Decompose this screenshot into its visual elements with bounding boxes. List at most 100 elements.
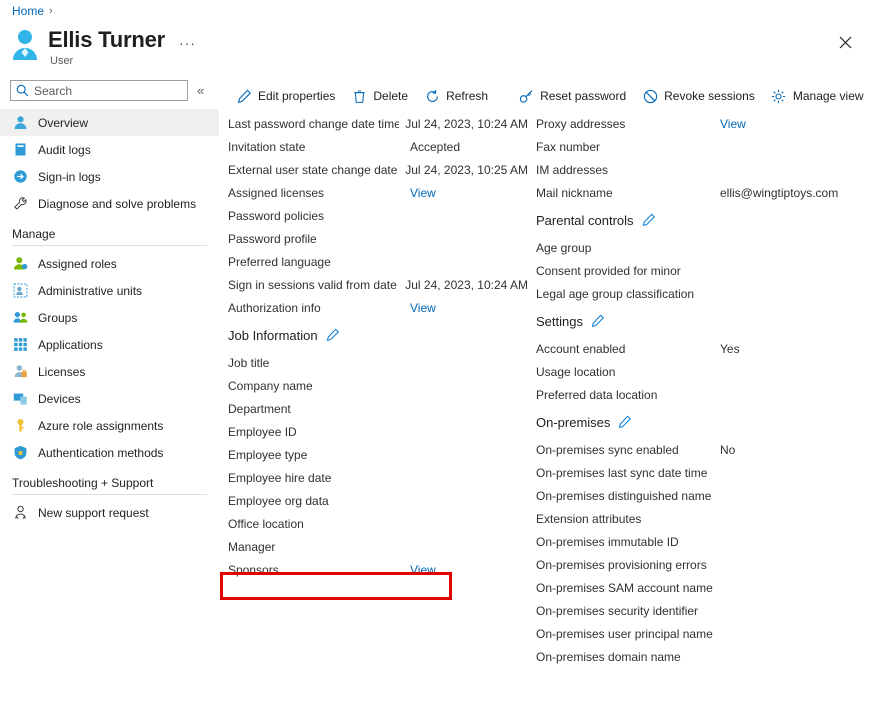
property-label: Assigned licenses [228,185,325,200]
section-header-settings: Settings [536,305,869,337]
sidebar-item-groups[interactable]: Groups [0,304,219,331]
sign-in-icon [12,169,28,185]
close-button[interactable] [829,26,861,58]
sidebar-item-new-support-request[interactable]: New support request [0,499,219,526]
view-link[interactable]: View [410,301,436,315]
support-person-icon [12,505,28,521]
breadcrumb-home[interactable]: Home [12,4,44,18]
property-row: Invitation state Accepted [228,135,528,158]
sidebar-item-sign-in-logs[interactable]: Sign-in logs [0,163,219,190]
property-label: On-premises SAM account name [536,580,713,595]
view-link[interactable]: View [720,117,746,131]
property-row: On-premises provisioning errors [536,553,869,576]
sidebar-item-applications[interactable]: Applications [0,331,219,358]
refresh-icon [424,88,440,104]
sidebar-item-label: Diagnose and solve problems [38,196,197,211]
refresh-button[interactable]: Refresh [416,81,496,111]
property-label: Company name [228,378,313,393]
sidebar-item-administrative-units[interactable]: Administrative units [0,277,219,304]
sidebar: « Overview Audit logs [0,76,219,702]
sidebar-item-authentication-methods[interactable]: Authentication methods [0,439,219,466]
property-row: Employee ID [228,420,528,443]
property-label: Consent provided for minor [536,263,681,278]
sidebar-item-assigned-roles[interactable]: Assigned roles [0,250,219,277]
view-link[interactable]: View [410,186,436,200]
property-row: Extension attributes [536,507,869,530]
property-label: Sign in sessions valid from date ... [228,277,400,292]
property-row: Office location [228,512,528,535]
property-label: Employee org data [228,493,329,508]
property-value: Accepted [410,139,461,154]
sidebar-item-label: Applications [38,337,103,352]
sidebar-collapse-button[interactable]: « [197,83,204,98]
revoke-sessions-button[interactable]: Revoke sessions [634,81,763,111]
pencil-icon[interactable] [326,328,340,342]
sidebar-item-licenses[interactable]: Licenses [0,358,219,385]
property-label: Fax number [536,139,601,154]
property-row: Legal age group classification [536,282,869,305]
property-row: Authorization info View [228,296,528,319]
property-row: Job title [228,351,528,374]
property-label: On-premises distinguished name [536,488,712,503]
licenses-icon [12,364,28,380]
property-row: Password profile [228,227,528,250]
sidebar-item-audit-logs[interactable]: Audit logs [0,136,219,163]
command-label: Refresh [446,89,489,103]
sidebar-item-label: New support request [38,505,149,520]
property-label: On-premises security identifier [536,603,699,618]
search-input[interactable] [34,83,184,98]
trash-icon [351,88,367,104]
section-title: Parental controls [536,212,634,228]
sidebar-item-label: Sign-in logs [38,169,101,184]
property-label: Legal age group classification [536,286,695,301]
title-more-menu[interactable]: ··· [179,30,196,50]
applications-grid-icon [12,337,28,353]
property-label: Proxy addresses [536,116,626,131]
reset-password-button[interactable]: Reset password [510,81,634,111]
property-row: On-premises domain name [536,645,869,668]
sidebar-item-devices[interactable]: Devices [0,385,219,412]
property-label: Usage location [536,364,616,379]
pencil-icon[interactable] [618,415,632,429]
property-label: Authorization info [228,300,321,315]
manage-view-button[interactable]: Manage view [763,81,869,111]
sidebar-item-label: Audit logs [38,142,91,157]
sidebar-item-label: Azure role assignments [38,418,164,433]
breadcrumb: Home › [12,4,53,18]
property-row: Department [228,397,528,420]
property-label: Account enabled [536,341,626,356]
property-label: Sponsors [228,562,279,577]
search-box[interactable] [10,80,188,101]
section-header-job-information: Job Information [228,319,528,351]
property-label: Mail nickname [536,185,613,200]
delete-button[interactable]: Delete [343,81,416,111]
pencil-icon[interactable] [642,213,656,227]
wrench-icon [12,196,28,212]
property-row: Manager [228,535,528,558]
sidebar-item-overview[interactable]: Overview [0,109,219,136]
property-label: Employee type [228,447,308,462]
property-row: Company name [228,374,528,397]
sidebar-item-azure-role-assignments[interactable]: Azure role assignments [0,412,219,439]
breadcrumb-separator-icon: › [49,5,53,17]
prohibition-icon [642,88,658,104]
key-icon [12,418,28,434]
search-icon [16,84,29,97]
user-icon [12,115,28,131]
page-title: Ellis Turner [48,27,165,52]
pencil-icon[interactable] [591,314,605,328]
sidebar-item-diagnose-and-solve-problems[interactable]: Diagnose and solve problems [0,190,219,217]
edit-properties-button[interactable]: Edit properties [228,81,343,111]
property-label: Password policies [228,208,325,223]
section-header-on-premises: On-premises [536,406,869,438]
property-label: Extension attributes [536,511,642,526]
property-label: IM addresses [536,162,609,177]
sidebar-section-manage: Manage [12,227,56,241]
property-row: Fax number [536,135,869,158]
property-value: No [720,442,736,457]
devices-icon [12,391,28,407]
sponsors-view-link[interactable]: View [410,563,436,577]
sidebar-section-troubleshooting: Troubleshooting + Support [12,476,154,490]
close-icon [839,36,851,48]
property-row: Mail nickname ellis@wingtiptoys.com [536,181,869,204]
